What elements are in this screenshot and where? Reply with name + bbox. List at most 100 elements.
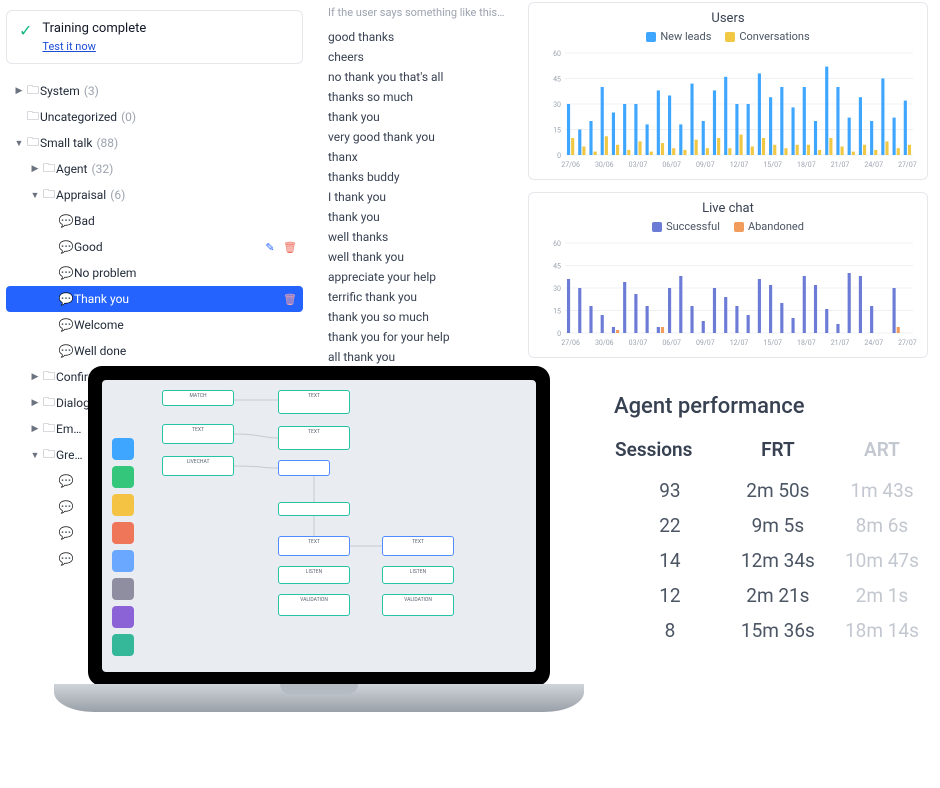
tree-item[interactable]: 💬Good✎🗑	[6, 234, 303, 260]
phrase-item[interactable]: all thank you	[328, 347, 514, 367]
expand-icon[interactable]: ▼	[12, 138, 26, 149]
perf-row: 815m 36s18m 14s	[614, 613, 934, 648]
tree-label: No problem	[74, 266, 136, 280]
phrase-item[interactable]: good thanks	[328, 27, 514, 47]
delete-icon[interactable]: 🗑	[283, 292, 297, 306]
flow-node[interactable]: VALIDATION	[278, 594, 350, 616]
chart-title: Users	[541, 11, 915, 26]
phrase-item[interactable]: thank you so much	[328, 307, 514, 327]
expand-icon[interactable]: ▼	[28, 450, 42, 461]
chat-icon: 💬	[58, 214, 74, 228]
flow-node[interactable]: TEXT	[162, 424, 234, 444]
phrase-item[interactable]: appreciate your help	[328, 267, 514, 287]
tree-item[interactable]: 💬No problem	[6, 260, 303, 286]
svg-text:03/07: 03/07	[629, 339, 648, 347]
phrase-item[interactable]: no thank you that's all	[328, 67, 514, 87]
tree-folder[interactable]: ▶🗀System(3)	[6, 78, 303, 104]
flow-node[interactable]: LIVECHAT	[162, 456, 234, 476]
flow-node[interactable]: LISTEN	[278, 566, 350, 584]
tree-item[interactable]: 💬Thank you🗑	[6, 286, 303, 312]
tree-count: (3)	[84, 84, 99, 98]
chat-icon: 💬	[58, 318, 74, 332]
flow-node[interactable]: TEXT	[278, 426, 350, 450]
svg-text:18/07: 18/07	[797, 339, 816, 347]
legend-item: Successful	[652, 220, 720, 233]
flow-node[interactable]: LISTEN	[382, 566, 454, 584]
perf-table: SessionsFRTART 932m 50s1m 43s229m 5s8m 6…	[614, 437, 934, 648]
flow-node[interactable]: VALIDATION	[382, 594, 454, 616]
tree-label: Good	[74, 240, 103, 254]
flow-node[interactable]	[278, 460, 330, 476]
folder-icon: 🗀	[26, 81, 40, 102]
svg-text:21/07: 21/07	[831, 339, 850, 347]
svg-text:30: 30	[553, 285, 561, 293]
chart-legend: Successful Abandoned	[541, 220, 915, 233]
flow-node[interactable]: TEXT	[382, 536, 454, 556]
phrase-item[interactable]: very good thank you	[328, 127, 514, 147]
expand-icon[interactable]: ▶	[28, 372, 42, 382]
tree-label: Thank you	[74, 292, 129, 306]
svg-text:12/07: 12/07	[730, 161, 749, 169]
svg-text:30/06: 30/06	[595, 161, 614, 169]
tree-folder[interactable]: ▶🗀Agent(32)	[6, 156, 303, 182]
tree-count: (88)	[96, 136, 118, 150]
phrase-item[interactable]: thanx	[328, 147, 514, 167]
phrase-item[interactable]: thank you for your help	[328, 327, 514, 347]
tree-item[interactable]: 💬Welcome	[6, 312, 303, 338]
phrase-item[interactable]: well thank you	[328, 247, 514, 267]
phrase-item[interactable]: thanks buddy	[328, 167, 514, 187]
flow-node[interactable]	[278, 502, 350, 516]
svg-text:15: 15	[553, 127, 561, 135]
phrase-item[interactable]: I thank you	[328, 187, 514, 207]
folder-icon: 🗀	[26, 107, 40, 128]
svg-text:45: 45	[553, 263, 561, 271]
svg-text:30/06: 30/06	[595, 339, 614, 347]
tree-label: Uncategorized	[40, 110, 117, 124]
svg-text:06/07: 06/07	[662, 339, 681, 347]
phrase-item[interactable]: thank you	[328, 207, 514, 227]
phrase-item[interactable]: thanks so much	[328, 87, 514, 107]
laptop-mockup: MATCH TEXT LIVECHAT TEXT TEXT TEXT LISTEN VALID…	[54, 366, 584, 744]
expand-icon[interactable]: ▼	[28, 190, 42, 201]
expand-icon[interactable]: ▶	[28, 164, 42, 174]
flow-node[interactable]: TEXT	[278, 536, 350, 556]
tree-folder[interactable]: ▼🗀Appraisal(6)	[6, 182, 303, 208]
svg-text:60: 60	[553, 240, 561, 248]
flow-node[interactable]: MATCH	[162, 390, 234, 406]
folder-icon: 🗀	[42, 185, 56, 206]
phrase-item[interactable]: cheers	[328, 47, 514, 67]
phrase-item[interactable]: well thanks	[328, 227, 514, 247]
perf-row: 122m 21s2m 1s	[614, 578, 934, 613]
edit-icon[interactable]: ✎	[263, 240, 277, 254]
tree-item[interactable]: 💬Bad	[6, 208, 303, 234]
tree-label: Welcome	[74, 318, 124, 332]
svg-text:15/07: 15/07	[763, 339, 782, 347]
svg-text:0: 0	[557, 330, 561, 338]
tree-folder[interactable]: ▼🗀Small talk(88)	[6, 130, 303, 156]
svg-text:06/07: 06/07	[662, 161, 681, 169]
svg-text:15: 15	[553, 308, 561, 316]
phrase-item[interactable]: terrific thank you	[328, 287, 514, 307]
legend-item: Abandoned	[734, 220, 804, 233]
phrase-item[interactable]: thank you	[328, 107, 514, 127]
expand-icon[interactable]: ▶	[12, 86, 26, 96]
delete-icon[interactable]: 🗑	[283, 240, 297, 254]
svg-text:18/07: 18/07	[797, 161, 816, 169]
expand-icon[interactable]: ▶	[28, 424, 42, 434]
svg-text:21/07: 21/07	[831, 161, 850, 169]
svg-text:24/07: 24/07	[864, 161, 883, 169]
test-it-link[interactable]: Test it now	[42, 40, 146, 53]
phrases-header: If the user says something like this…	[328, 6, 514, 19]
perf-col-header: ART	[830, 437, 934, 473]
tree-item[interactable]: 💬Well done	[6, 338, 303, 364]
tree-label: Bad	[74, 214, 95, 228]
tree-folder[interactable]: 🗀Uncategorized(0)	[6, 104, 303, 130]
tree-label: Agent	[56, 162, 87, 176]
flow-node[interactable]: TEXT	[278, 390, 350, 414]
svg-text:09/07: 09/07	[696, 161, 715, 169]
folder-icon: 🗀	[26, 133, 40, 154]
svg-text:09/07: 09/07	[696, 339, 715, 347]
expand-icon[interactable]: ▶	[28, 398, 42, 408]
check-icon: ✓	[19, 23, 32, 39]
svg-text:45: 45	[553, 76, 561, 84]
